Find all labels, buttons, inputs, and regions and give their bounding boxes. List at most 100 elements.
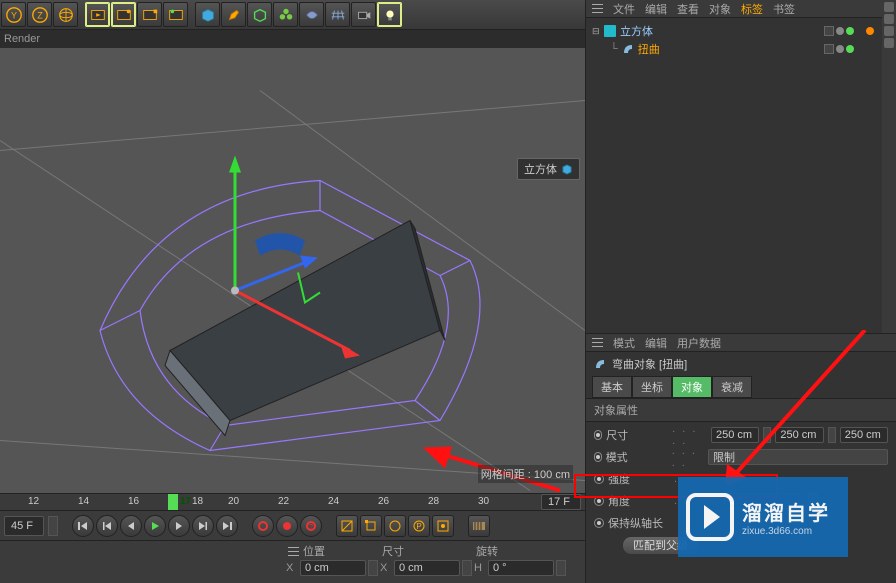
size-head: 尺寸 <box>382 543 404 559</box>
prev-key-button[interactable] <box>96 515 118 537</box>
key-pos-button[interactable] <box>336 515 358 537</box>
go-start-button[interactable] <box>72 515 94 537</box>
rot-h-field[interactable]: 0 ° <box>488 560 554 576</box>
tag-dot[interactable] <box>866 27 874 35</box>
anim-dot[interactable] <box>594 496 604 506</box>
ruler-tick: 18 <box>192 496 203 507</box>
flower-button[interactable] <box>273 2 298 27</box>
side-icon[interactable] <box>884 26 894 36</box>
side-icon[interactable] <box>884 14 894 24</box>
size-x-spinner[interactable] <box>462 560 472 576</box>
render-dot[interactable] <box>846 27 854 35</box>
size-y-input[interactable]: 250 cm <box>775 427 823 443</box>
key-param-button[interactable]: P <box>408 515 430 537</box>
pos-x-spinner[interactable] <box>368 560 378 576</box>
end-frame-field[interactable]: 45 F <box>4 516 44 536</box>
am-row-size: 尺寸 . . . . . 250 cm 250 cm 250 cm <box>594 424 888 446</box>
key-opts-button[interactable]: ? <box>300 515 322 537</box>
cube-button[interactable] <box>195 2 220 27</box>
record-button[interactable] <box>252 515 274 537</box>
frame-spinner[interactable] <box>48 516 58 536</box>
viewport-badge-label: 立方体 <box>524 161 557 177</box>
spinner[interactable] <box>828 427 836 443</box>
anim-dot[interactable] <box>594 518 604 528</box>
camera-button[interactable] <box>351 2 376 27</box>
dopesheet-button[interactable] <box>468 515 490 537</box>
logo-text-cn: 溜溜自学 <box>742 497 830 526</box>
am-menu: 模式 编辑 用户数据 <box>586 334 896 352</box>
render-dot[interactable] <box>846 45 854 53</box>
go-end-button[interactable] <box>216 515 238 537</box>
anim-dot[interactable] <box>594 452 602 462</box>
editor-dot[interactable] <box>836 27 844 35</box>
shape-button[interactable] <box>299 2 324 27</box>
globe-button[interactable] <box>53 2 78 27</box>
side-icon[interactable] <box>884 38 894 48</box>
axis-z-button[interactable]: Z <box>27 2 52 27</box>
ruler-tick: 14 <box>78 496 89 507</box>
tree-expand-icon[interactable]: ⊟ <box>592 26 600 37</box>
om-menu-file[interactable]: 文件 <box>613 1 635 17</box>
svg-text:Z: Z <box>37 10 43 20</box>
am-menu-edit[interactable]: 编辑 <box>645 335 667 351</box>
axis-y-button[interactable]: Y <box>1 2 26 27</box>
anim-dot[interactable] <box>594 430 602 440</box>
am-menu-userdata[interactable]: 用户数据 <box>677 335 721 351</box>
om-menu-view[interactable]: 查看 <box>677 1 699 17</box>
timeline-ruler[interactable]: 12 14 16 17 18 20 22 24 26 28 30 17 F <box>0 493 585 511</box>
size-x-field[interactable]: 0 cm <box>394 560 460 576</box>
am-section-title: 对象属性 <box>586 398 896 422</box>
autokey-button[interactable] <box>276 515 298 537</box>
timeline-marker[interactable] <box>168 494 178 510</box>
mode-select[interactable]: 限制 <box>708 449 888 465</box>
render-button-3[interactable] <box>137 2 162 27</box>
next-key-button[interactable] <box>192 515 214 537</box>
pos-x-field[interactable]: 0 cm <box>300 560 366 576</box>
cube-icon <box>604 25 616 37</box>
rot-h-spinner[interactable] <box>556 560 566 576</box>
current-frame-field[interactable]: 17 F <box>541 494 581 510</box>
ruler-tick: 30 <box>478 496 489 507</box>
tab-falloff[interactable]: 衰减 <box>712 376 752 398</box>
size-x-input[interactable]: 250 cm <box>711 427 759 443</box>
size-z-input[interactable]: 250 cm <box>840 427 888 443</box>
vis-toggle[interactable] <box>824 26 834 36</box>
om-menu-object[interactable]: 对象 <box>709 1 731 17</box>
prev-frame-button[interactable] <box>120 515 142 537</box>
anim-dot[interactable] <box>594 474 604 484</box>
logo-text-en: zixue.3d66.com <box>742 526 830 537</box>
play-button[interactable] <box>144 515 166 537</box>
key-rot-button[interactable] <box>384 515 406 537</box>
spinner[interactable] <box>763 427 771 443</box>
render-button-4[interactable] <box>163 2 188 27</box>
om-menu-tags[interactable]: 标签 <box>741 1 763 17</box>
box-button[interactable] <box>247 2 272 27</box>
key-scale-button[interactable] <box>360 515 382 537</box>
ruler-tick: 12 <box>28 496 39 507</box>
h-label: H <box>474 560 486 576</box>
render-button-1[interactable] <box>85 2 110 27</box>
tab-object[interactable]: 对象 <box>672 376 712 398</box>
ruler-tick: 22 <box>278 496 289 507</box>
side-icon[interactable] <box>884 2 894 12</box>
tab-coord[interactable]: 坐标 <box>632 376 672 398</box>
next-frame-button[interactable] <box>168 515 190 537</box>
am-menu-mode[interactable]: 模式 <box>613 335 635 351</box>
render-label: Render <box>4 33 40 45</box>
main-toolbar: Y Z <box>0 0 585 30</box>
om-menu-bookmarks[interactable]: 书签 <box>773 1 795 17</box>
vis-toggle[interactable] <box>824 44 834 54</box>
tab-basic[interactable]: 基本 <box>592 376 632 398</box>
om-side-controls <box>882 0 896 333</box>
object-tree[interactable]: ⊟ 立方体 └ 扭曲 <box>586 18 882 333</box>
viewport-object-badge[interactable]: 立方体 <box>517 158 580 180</box>
om-menu-edit[interactable]: 编辑 <box>645 1 667 17</box>
pen-button[interactable] <box>221 2 246 27</box>
grid-button[interactable] <box>325 2 350 27</box>
viewport[interactable]: 立方体 网格间距 : 100 cm <box>0 48 585 493</box>
editor-dot[interactable] <box>836 45 844 53</box>
pos-head: 位置 <box>303 543 325 559</box>
render-button-2[interactable] <box>111 2 136 27</box>
key-pla-button[interactable] <box>432 515 454 537</box>
light-button[interactable] <box>377 2 402 27</box>
